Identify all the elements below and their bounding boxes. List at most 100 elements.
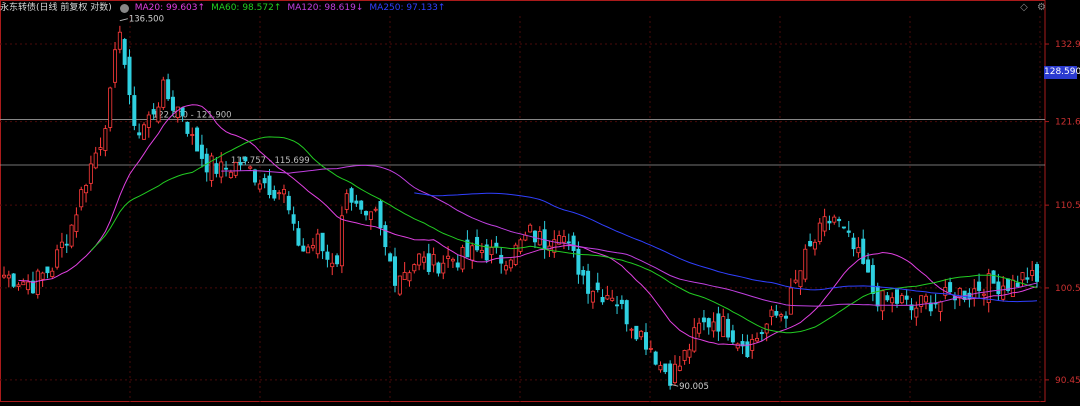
candle-body	[721, 316, 726, 338]
candle-body	[571, 235, 576, 251]
candle-body	[793, 279, 798, 283]
candle-body	[301, 245, 306, 252]
candle-body	[368, 211, 373, 220]
candle-body	[581, 270, 586, 276]
candle-body	[79, 189, 84, 208]
candle-body	[561, 236, 566, 243]
candlestick-chart[interactable]: 132.9 121.6 110.5 100.5 90.45 122.000 - 121.9…	[0, 0, 1080, 402]
candle-body	[470, 245, 475, 261]
candle-body	[185, 121, 190, 134]
candle-body	[890, 297, 895, 304]
low-label: 90.005	[679, 382, 709, 392]
candle-body	[243, 156, 248, 162]
candle-body	[532, 230, 537, 243]
candle-body	[996, 281, 1001, 295]
candle-body	[518, 239, 523, 252]
candle-body	[166, 79, 171, 100]
candle-body	[55, 249, 60, 268]
settings-dot-icon[interactable]	[119, 3, 129, 13]
candle-body	[378, 201, 383, 229]
candle-body	[851, 237, 856, 250]
chart-canvas[interactable]: 132.9 121.6 110.5 100.5 90.45 122.000 - 121.9…	[0, 0, 1080, 402]
candle-body	[98, 147, 103, 150]
candle-body	[209, 155, 214, 181]
candle-body	[861, 238, 866, 264]
candle-body	[755, 337, 760, 342]
candle-body	[923, 295, 928, 303]
ma250-indicator[interactable]: MA250: 97.133↑	[369, 0, 445, 16]
candle-body	[349, 188, 354, 203]
candle-body	[281, 189, 286, 195]
candle-body	[817, 222, 822, 242]
candle-body	[711, 321, 716, 332]
candle-body	[64, 243, 69, 246]
candle-body	[605, 295, 610, 300]
candle-body	[914, 307, 919, 318]
candle-body	[296, 228, 301, 246]
candle-body	[248, 166, 253, 169]
candle-body	[701, 317, 706, 323]
ma60-indicator[interactable]: MA60: 98.572↑	[211, 0, 281, 16]
candle-body	[841, 226, 846, 229]
candle-body	[726, 318, 731, 338]
candle-body	[1015, 282, 1020, 287]
candle-body	[899, 295, 904, 304]
candle-body	[586, 270, 591, 294]
candle-body	[798, 270, 803, 288]
candle-body	[2, 274, 7, 278]
candle-body	[315, 233, 320, 255]
candle-body	[938, 301, 943, 312]
candle-body	[21, 281, 26, 286]
candle-body	[214, 163, 219, 174]
candle-body	[460, 247, 465, 270]
current-price-tag: 128.590	[1044, 65, 1080, 79]
candle-body	[803, 248, 808, 280]
candle-body	[991, 270, 996, 284]
candle-body	[113, 49, 118, 83]
y-tick-label: 110.5	[1055, 201, 1080, 211]
candle-body	[880, 290, 885, 312]
candle-body	[291, 214, 296, 224]
candle-body	[866, 259, 871, 273]
candle-body	[499, 254, 504, 264]
candle-body	[948, 282, 953, 293]
candle-body	[981, 293, 986, 296]
candle-body	[441, 262, 446, 274]
candle-body	[253, 169, 258, 183]
candle-body	[600, 296, 605, 303]
chart-toolbar: ◇ ⚙	[1014, 2, 1046, 13]
candle-body	[228, 171, 233, 178]
candle-body	[595, 282, 600, 291]
candle-body	[238, 162, 243, 166]
candle-body	[141, 124, 146, 140]
diamond-icon[interactable]: ◇	[1020, 2, 1028, 13]
candle-body	[59, 241, 64, 249]
candle-body	[88, 163, 93, 184]
candle-body	[697, 322, 702, 334]
candle-body	[1025, 277, 1030, 280]
candle-body	[122, 39, 127, 65]
extreme-pointer	[119, 18, 128, 22]
candle-body	[272, 190, 277, 199]
candle-body	[624, 300, 629, 325]
candle-body	[310, 245, 315, 249]
candle-body	[93, 152, 98, 169]
candle-body	[779, 314, 784, 317]
candle-body	[629, 328, 634, 331]
candle-body	[977, 281, 982, 291]
candle-body	[692, 327, 697, 352]
chart-title: 永东转债(日线 前复权 对数)	[0, 3, 112, 13]
candle-body	[50, 270, 55, 277]
candle-body	[489, 247, 494, 256]
candle-body	[837, 218, 842, 222]
y-tick-label: 132.9	[1055, 40, 1080, 50]
candle-body	[262, 178, 267, 184]
candle-body	[195, 127, 200, 152]
candle-body	[132, 95, 137, 126]
candle-body	[446, 255, 451, 259]
candle-body	[619, 299, 624, 305]
gear-icon[interactable]: ⚙	[1037, 2, 1046, 13]
ma120-indicator[interactable]: MA120: 98.619↓	[287, 0, 363, 16]
candle-body	[257, 183, 262, 190]
ma20-indicator[interactable]: MA20: 99.603↑	[135, 0, 205, 16]
